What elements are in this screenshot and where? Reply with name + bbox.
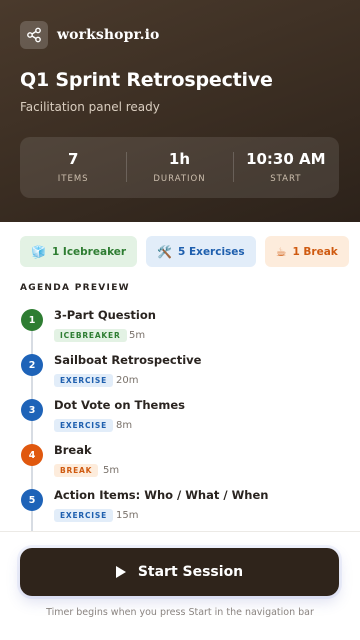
- item-tag: EXERCISE: [54, 374, 114, 387]
- agenda-item[interactable]: 3 Dot Vote on Themes EXERCISE 8m: [20, 394, 340, 439]
- stat-start: 10:30 AM START: [232, 137, 339, 198]
- agenda-item[interactable]: 5 Action Items: Who / What / When EXERCI…: [20, 484, 340, 529]
- stat-value: 1h: [168, 150, 191, 168]
- item-tag: EXERCISE: [54, 419, 114, 432]
- category-chips: 🧊 1 Icebreaker 🛠️ 5 Exercises ☕ 1 Break: [20, 236, 358, 267]
- chip-exercises: 🛠️ 5 Exercises: [146, 236, 256, 267]
- item-number: 2: [21, 354, 43, 376]
- ice-cube-icon: 🧊: [31, 244, 46, 259]
- item-duration: 8m: [116, 420, 133, 431]
- item-duration: 5m: [103, 465, 120, 476]
- header-panel: workshopr.io Q1 Sprint Retrospective Fac…: [0, 0, 360, 222]
- item-duration: 15m: [116, 510, 139, 521]
- session-stats: 7 ITEMS 1h DURATION 10:30 AM START: [20, 137, 339, 198]
- play-icon: [115, 566, 126, 578]
- stat-value: 10:30 AM: [246, 150, 326, 168]
- coffee-icon: ☕: [275, 244, 287, 259]
- item-title: Break: [54, 443, 92, 457]
- brand-name: workshopr.io: [57, 27, 160, 43]
- item-duration: 5m: [129, 330, 146, 341]
- timer-hint: Timer begins when you press Start in the…: [46, 607, 314, 618]
- start-session-label: Start Session: [137, 564, 244, 580]
- chip-label: 1 Break: [292, 245, 338, 258]
- item-tag: ICEBREAKER: [54, 329, 127, 342]
- chip-label: 5 Exercises: [178, 245, 245, 258]
- page-title: Q1 Sprint Retrospective: [20, 69, 273, 91]
- stat-label: START: [270, 174, 302, 184]
- page-subtitle: Facilitation panel ready: [20, 100, 160, 114]
- chip-label: 1 Icebreaker: [51, 245, 127, 258]
- item-number: 3: [21, 399, 43, 421]
- item-number: 5: [21, 489, 43, 511]
- footer-divider: [0, 531, 360, 532]
- share-nodes-icon: [20, 21, 48, 49]
- stat-items: 7 ITEMS: [20, 137, 126, 198]
- brand: workshopr.io: [20, 21, 159, 49]
- item-title: Dot Vote on Themes: [54, 398, 185, 412]
- item-title: Sailboat Retrospective: [54, 353, 202, 367]
- item-title: Action Items: Who / What / When: [54, 488, 269, 502]
- agenda-list: 1 3-Part Question ICEBREAKER 5m 2 Sailbo…: [20, 300, 340, 532]
- agenda-item[interactable]: 2 Sailboat Retrospective EXERCISE 20m: [20, 349, 340, 394]
- stat-label: DURATION: [153, 174, 206, 184]
- chip-break: ☕ 1 Break: [264, 236, 349, 267]
- item-duration: 20m: [116, 375, 139, 386]
- agenda-item[interactable]: 1 3-Part Question ICEBREAKER 5m: [20, 304, 340, 349]
- agenda-item[interactable]: 4 Break BREAK 5m: [20, 439, 340, 484]
- stat-value: 7: [67, 150, 79, 168]
- tools-icon: 🛠️: [157, 244, 173, 259]
- chip-icebreaker: 🧊 1 Icebreaker: [20, 236, 138, 267]
- item-title: 3-Part Question: [54, 308, 156, 322]
- item-tag: EXERCISE: [54, 509, 114, 522]
- stat-duration: 1h DURATION: [126, 137, 232, 198]
- start-session-button[interactable]: Start Session: [20, 548, 339, 596]
- stat-label: ITEMS: [57, 174, 89, 184]
- item-number: 4: [21, 444, 43, 466]
- item-tag: BREAK: [54, 464, 99, 477]
- agenda-section-title: AGENDA PREVIEW: [20, 283, 130, 293]
- item-number: 1: [21, 309, 43, 331]
